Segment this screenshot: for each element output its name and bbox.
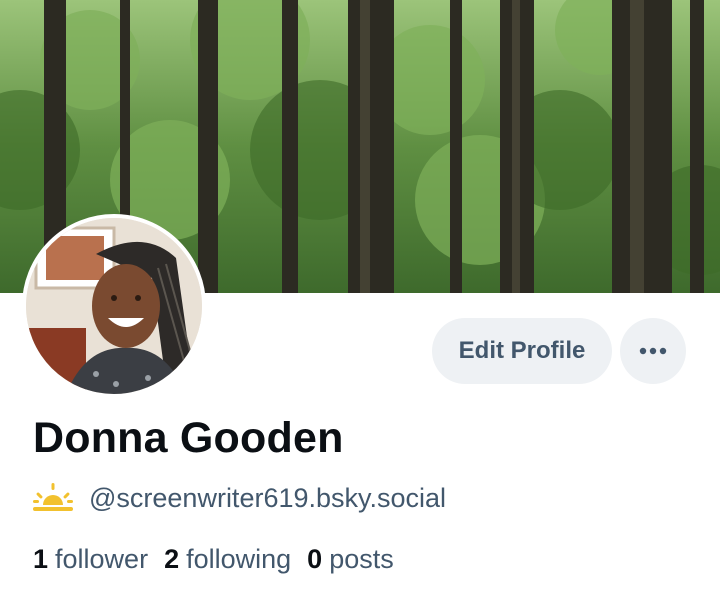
following-label: following [186, 544, 292, 574]
sunrise-icon [33, 483, 73, 511]
followers-link[interactable]: 1 follower [33, 544, 148, 575]
profile-stats: 1 follower 2 following 0 posts [33, 544, 394, 575]
more-options-button[interactable] [620, 318, 686, 384]
followers-count: 1 [33, 544, 49, 574]
followers-label: follower [55, 544, 149, 574]
more-horizontal-icon [639, 347, 667, 355]
handle-row: @screenwriter619.bsky.social [33, 478, 446, 518]
handle-text: @screenwriter619.bsky.social [89, 482, 447, 513]
posts-label: posts [329, 544, 394, 574]
posts-stat: 0 posts [307, 544, 394, 575]
following-count: 2 [164, 544, 180, 574]
posts-count: 0 [307, 544, 323, 574]
avatar[interactable] [22, 214, 206, 398]
edit-profile-button[interactable]: Edit Profile [432, 318, 612, 384]
following-link[interactable]: 2 following [164, 544, 291, 575]
avatar-photo [26, 218, 202, 394]
display-name: Donna Gooden [33, 414, 344, 462]
